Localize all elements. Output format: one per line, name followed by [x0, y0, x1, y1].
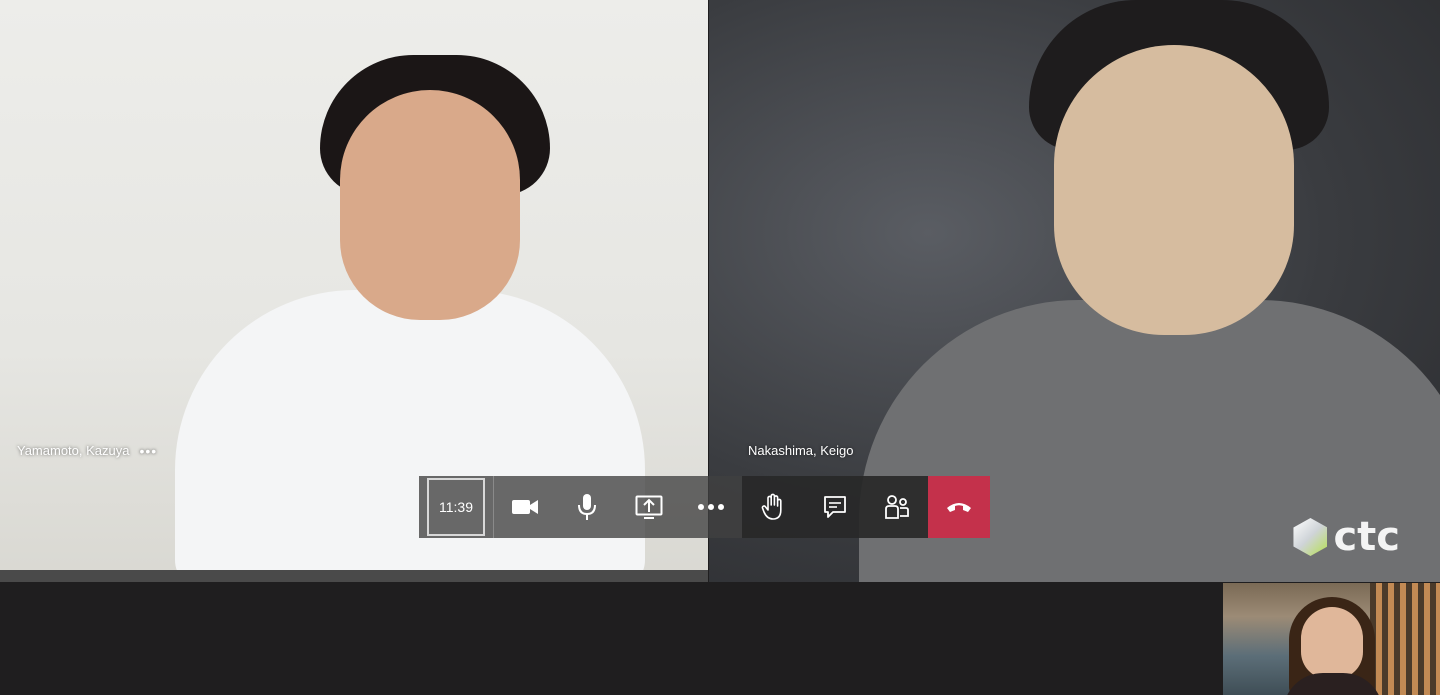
- tile-more-options-icon[interactable]: •••: [139, 444, 157, 458]
- chat-icon: [824, 496, 846, 518]
- microphone-icon: [578, 494, 596, 520]
- participant-video-body: [175, 290, 645, 582]
- ctc-cube-icon: [1293, 518, 1328, 556]
- share-screen-icon: [635, 495, 663, 519]
- self-view-face: [1301, 607, 1363, 679]
- meeting-stage: Yamamoto, Kazuya ••• ctc Nakashima, Keig…: [0, 0, 1440, 695]
- more-options-icon: [698, 504, 724, 510]
- hang-up-button[interactable]: [928, 476, 990, 538]
- raise-hand-icon: [761, 493, 782, 520]
- more-options-button[interactable]: [680, 476, 742, 538]
- call-timer: 11:39: [427, 478, 485, 536]
- call-bar-secondary: [742, 476, 990, 538]
- participant-name: Yamamoto, Kazuya: [17, 443, 130, 458]
- shirt-logo-text: ctc: [1333, 514, 1400, 560]
- tile-bottom-strip: [0, 570, 708, 582]
- self-view-background: [1370, 583, 1440, 695]
- hang-up-icon: [947, 503, 971, 512]
- people-icon: [885, 495, 909, 519]
- self-view-thumbnail[interactable]: [1223, 583, 1440, 695]
- raise-hand-button[interactable]: [742, 476, 804, 538]
- video-camera-icon: [512, 500, 538, 514]
- shirt-logo: ctc: [1293, 514, 1400, 560]
- participant-name-label: Yamamoto, Kazuya •••: [17, 443, 157, 458]
- participant-name-label: Nakashima, Keigo: [748, 443, 854, 458]
- camera-button[interactable]: [494, 476, 556, 538]
- call-bar-primary: 11:39: [419, 476, 742, 538]
- participant-video-face: [1054, 45, 1294, 335]
- call-control-bar: 11:39: [419, 476, 990, 538]
- microphone-button[interactable]: [556, 476, 618, 538]
- share-screen-button[interactable]: [618, 476, 680, 538]
- participants-button[interactable]: [866, 476, 928, 538]
- chat-button[interactable]: [804, 476, 866, 538]
- participant-name: Nakashima, Keigo: [748, 443, 854, 458]
- participant-video-face: [340, 90, 520, 320]
